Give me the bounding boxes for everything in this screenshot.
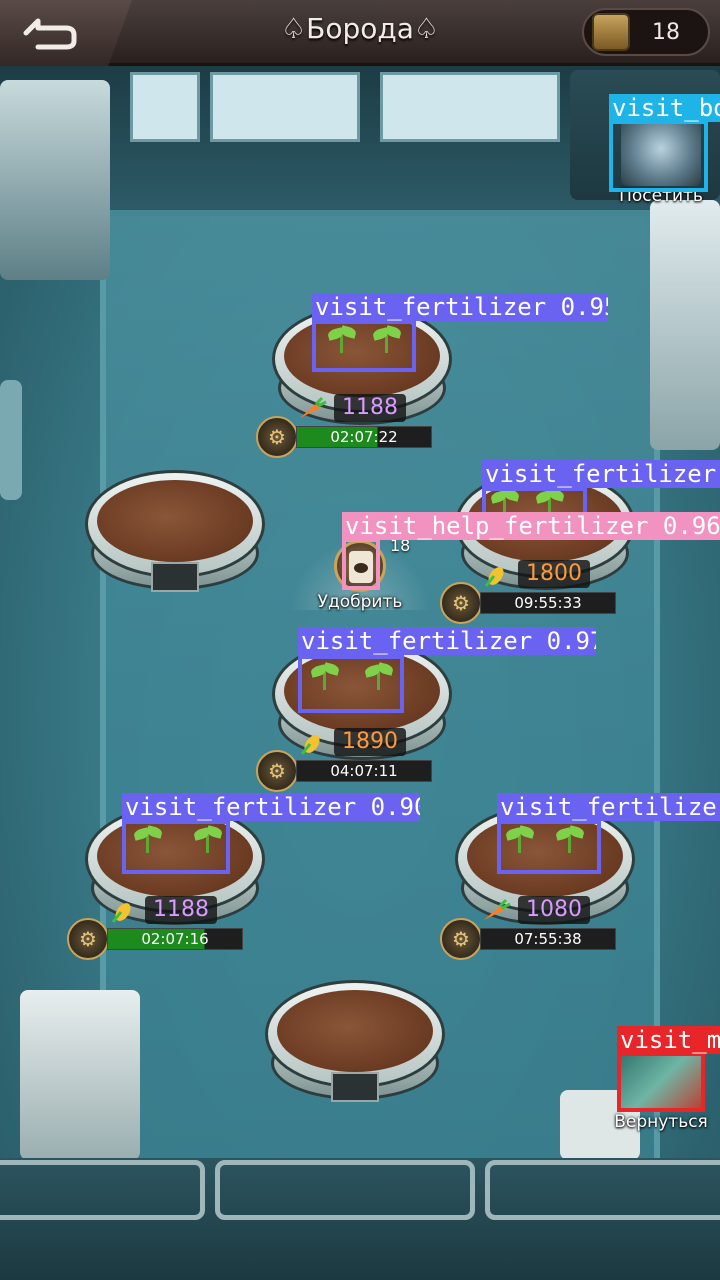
detection-box [609, 120, 708, 192]
wall-window [130, 72, 200, 142]
detection-box [342, 538, 380, 590]
planter-score: 1800 [518, 560, 590, 588]
detection-label: visit_fertilizer 0.97 [298, 627, 596, 655]
detection-label: visit_fertilizer [497, 793, 720, 821]
motorcycle-icon: ⚙ [67, 918, 109, 960]
planter-score: 1188 [334, 394, 406, 422]
planter-score: 1188 [145, 896, 217, 924]
left-generator [20, 990, 140, 1160]
detection-box [298, 655, 404, 713]
planter-timer-badge: ⚙ 1800 09:55:33 [440, 560, 620, 626]
railing [0, 1160, 205, 1220]
detection-label: visit_bo [609, 94, 720, 122]
planter-empty[interactable] [85, 470, 265, 600]
resource-counter[interactable]: 18 [582, 8, 710, 56]
railing [215, 1160, 475, 1220]
back-button[interactable] [0, 0, 132, 66]
detection-box [617, 1052, 705, 1112]
fertilize-caption: Удобрить [317, 592, 403, 612]
top-bar: ♤Борода♤ 18 [0, 0, 720, 66]
supply-box-icon [592, 13, 630, 51]
detection-box [497, 820, 601, 874]
wall-window [380, 72, 560, 142]
planter-timer-badge: ⚙ 1188 02:07:22 [256, 394, 436, 460]
planter-empty[interactable] [265, 980, 445, 1110]
detection-label: visit_m [617, 1026, 720, 1054]
page-title: ♤Борода♤ [281, 12, 439, 45]
planter-timer-badge: ⚙ 1188 02:07:16 [67, 896, 247, 962]
carrot-icon [484, 898, 511, 920]
wall-window [210, 72, 360, 142]
corn-icon [111, 903, 131, 923]
return-caption: Вернуться [614, 1112, 708, 1132]
back-arrow-icon [23, 18, 77, 50]
detection-label: visit_fertilizer 0.90 [122, 793, 420, 821]
detection-label: visit_help_fertilizer 0.96 [342, 512, 720, 540]
motorcycle-icon: ⚙ [440, 918, 482, 960]
motorcycle-icon: ⚙ [256, 750, 298, 792]
corn-icon [484, 567, 504, 587]
corn-icon [300, 735, 320, 755]
carrot-icon [300, 396, 327, 418]
planter-timer: 09:55:33 [480, 592, 616, 614]
planter-timer: 02:07:22 [296, 426, 432, 448]
detection-label: visit_fertilizer 0 [482, 460, 720, 488]
right-machine [650, 200, 720, 450]
planter-timer-badge: ⚙ 1080 07:55:38 [440, 896, 620, 962]
planter-score: 1890 [334, 728, 406, 756]
left-pipe [0, 380, 22, 500]
detection-label: visit_fertilizer 0.95 [312, 293, 608, 321]
detection-box [312, 320, 416, 372]
planter-timer: 07:55:38 [480, 928, 616, 950]
railing [485, 1160, 720, 1220]
motorcycle-icon: ⚙ [256, 416, 298, 458]
planter-score: 1080 [518, 896, 590, 924]
detection-box [122, 820, 230, 874]
motorcycle-icon: ⚙ [440, 582, 482, 624]
planter-timer: 02:07:16 [107, 928, 243, 950]
resource-count: 18 [652, 19, 680, 45]
left-machine [0, 80, 110, 280]
planter-timer: 04:07:11 [296, 760, 432, 782]
planter-timer-badge: ⚙ 1890 04:07:11 [256, 728, 436, 794]
